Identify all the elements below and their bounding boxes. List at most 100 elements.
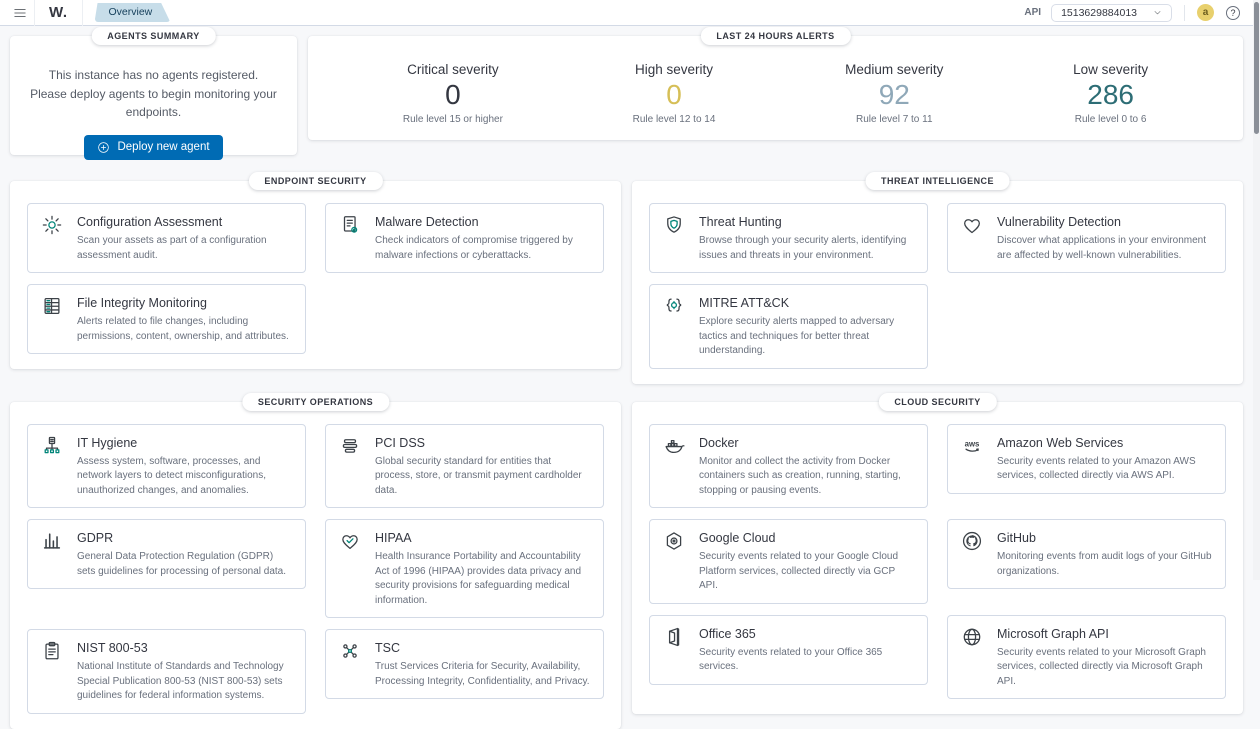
avatar[interactable]: a [1197, 4, 1214, 21]
card-title: TSC [375, 641, 590, 655]
api-label: API [1024, 7, 1041, 18]
docker-whale-icon [663, 434, 687, 499]
card-amazon-web-services[interactable]: aws Amazon Web Services Security events … [947, 424, 1226, 494]
topbar-divider [1184, 5, 1185, 21]
server-stack-icon [339, 434, 363, 499]
stat-value[interactable]: 0 [403, 79, 503, 111]
card-description: Browse through your security alerts, ide… [699, 234, 914, 263]
card-github[interactable]: GitHub Monitoring events from audit logs… [947, 519, 1226, 589]
office-365-icon [663, 625, 687, 675]
stat-low-severity: Low severity 286 Rule level 0 to 6 [1073, 62, 1148, 125]
card-description: Explore security alerts mapped to advers… [699, 315, 914, 359]
file-integrity-icon [41, 294, 65, 344]
card-title: Office 365 [699, 627, 914, 641]
card-description: Security events related to your Microsof… [997, 646, 1212, 690]
menu-icon[interactable] [10, 3, 30, 23]
threat-intelligence-title: THREAT INTELLIGENCE [865, 172, 1010, 190]
card-description: General Data Protection Regulation (GDPR… [77, 550, 292, 579]
heart-shield-icon [961, 213, 985, 263]
google-cloud-icon [663, 529, 687, 594]
stat-label: High severity [633, 62, 716, 77]
card-file-integrity-monitoring[interactable]: File Integrity Monitoring Alerts related… [27, 284, 306, 354]
shield-icon [663, 213, 687, 263]
stat-value[interactable]: 0 [633, 79, 716, 111]
card-title: File Integrity Monitoring [77, 296, 292, 310]
stat-label: Medium severity [845, 62, 943, 77]
card-gdpr[interactable]: GDPR General Data Protection Regulation … [27, 519, 306, 589]
deploy-new-agent-label: Deploy new agent [117, 141, 209, 153]
endpoint-security-title: ENDPOINT SECURITY [248, 172, 382, 190]
card-tsc[interactable]: TSC Trust Services Criteria for Security… [325, 629, 604, 699]
card-mitre-attack[interactable]: MITRE ATT&CK Explore security alerts map… [649, 284, 928, 369]
panel-agents-summary: AGENTS SUMMARY This instance has no agen… [10, 36, 297, 155]
card-it-hygiene[interactable]: IT Hygiene Assess system, software, proc… [27, 424, 306, 509]
card-google-cloud[interactable]: Google Cloud Security events related to … [649, 519, 928, 604]
card-malware-detection[interactable]: Malware Detection Check indicators of co… [325, 203, 604, 273]
card-nist-800-53[interactable]: NIST 800-53 National Institute of Standa… [27, 629, 306, 714]
card-description: Health Insurance Portability and Account… [375, 550, 590, 608]
clipboard-icon [41, 639, 65, 704]
card-description: Global security standard for entities th… [375, 455, 590, 499]
scrollbar-thumb[interactable] [1254, 2, 1259, 134]
stat-value[interactable]: 92 [845, 79, 943, 111]
alerts-panel-title: LAST 24 HOURS ALERTS [700, 27, 850, 45]
card-pci-dss[interactable]: PCI DSS Global security standard for ent… [325, 424, 604, 509]
card-docker[interactable]: Docker Monitor and collect the activity … [649, 424, 928, 509]
network-tree-icon [41, 434, 65, 499]
panel-security-operations: SECURITY OPERATIONS IT Hygiene Assess sy… [10, 402, 621, 729]
card-title: GitHub [997, 531, 1212, 545]
top-bar: W. Overview API 1513629884013 a ? [0, 0, 1260, 26]
card-threat-hunting[interactable]: Threat Hunting Browse through your secur… [649, 203, 928, 273]
mitre-braces-icon [663, 294, 687, 359]
card-title: IT Hygiene [77, 436, 292, 450]
card-description: Assess system, software, processes, and … [77, 455, 292, 499]
help-icon[interactable]: ? [1226, 6, 1240, 20]
card-description: Security events related to your Google C… [699, 550, 914, 594]
agents-summary-line2: Please deploy agents to begin monitoring… [28, 85, 279, 122]
card-description: National Institute of Standards and Tech… [77, 660, 292, 704]
scrollbar[interactable] [1253, 0, 1260, 580]
main-content: AGENTS SUMMARY This instance has no agen… [10, 36, 1243, 729]
panel-threat-intelligence: THREAT INTELLIGENCE Threat Hunting Brows… [632, 181, 1243, 384]
stat-sublabel: Rule level 0 to 6 [1073, 114, 1148, 125]
api-selector[interactable]: 1513629884013 [1051, 4, 1172, 22]
card-title: Amazon Web Services [997, 436, 1212, 450]
gear-icon [41, 213, 65, 263]
card-configuration-assessment[interactable]: Configuration Assessment Scan your asset… [27, 203, 306, 273]
api-selector-value: 1513629884013 [1061, 7, 1137, 19]
card-description: Check indicators of compromise triggered… [375, 234, 590, 263]
card-title: GDPR [77, 531, 292, 545]
deploy-new-agent-button[interactable]: Deploy new agent [84, 135, 222, 160]
agents-summary-title: AGENTS SUMMARY [91, 27, 215, 45]
svg-text:aws: aws [965, 439, 980, 448]
card-hipaa[interactable]: HIPAA Health Insurance Portability and A… [325, 519, 604, 618]
malware-detection-icon [339, 213, 363, 263]
panel-endpoint-security: ENDPOINT SECURITY Configuration Assessme… [10, 181, 621, 369]
card-description: Security events related to your Amazon A… [997, 455, 1212, 484]
card-title: Google Cloud [699, 531, 914, 545]
card-description: Monitoring events from audit logs of you… [997, 550, 1212, 579]
github-icon [961, 529, 985, 579]
stat-critical-severity: Critical severity 0 Rule level 15 or hig… [403, 62, 503, 125]
stat-high-severity: High severity 0 Rule level 12 to 14 [633, 62, 716, 125]
aws-logo-icon: aws [961, 434, 985, 484]
card-description: Monitor and collect the activity from Do… [699, 455, 914, 499]
stat-sublabel: Rule level 12 to 14 [633, 114, 716, 125]
card-title: Docker [699, 436, 914, 450]
card-description: Security events related to your Office 3… [699, 646, 914, 675]
card-title: PCI DSS [375, 436, 590, 450]
stat-sublabel: Rule level 7 to 11 [845, 114, 943, 125]
stat-medium-severity: Medium severity 92 Rule level 7 to 11 [845, 62, 943, 125]
panel-cloud-security: CLOUD SECURITY Docker Monitor and collec… [632, 402, 1243, 715]
cloud-security-title: CLOUD SECURITY [878, 393, 996, 411]
app-logo[interactable]: W. [34, 0, 83, 26]
card-office-365[interactable]: Office 365 Security events related to yo… [649, 615, 928, 685]
tab-overview[interactable]: Overview [95, 3, 171, 22]
bar-columns-icon [41, 529, 65, 579]
card-vulnerability-detection[interactable]: Vulnerability Detection Discover what ap… [947, 203, 1226, 273]
stat-value[interactable]: 286 [1073, 79, 1148, 111]
chevron-down-icon [1153, 8, 1162, 17]
stat-sublabel: Rule level 15 or higher [403, 114, 503, 125]
card-title: NIST 800-53 [77, 641, 292, 655]
card-microsoft-graph-api[interactable]: Microsoft Graph API Security events rela… [947, 615, 1226, 700]
